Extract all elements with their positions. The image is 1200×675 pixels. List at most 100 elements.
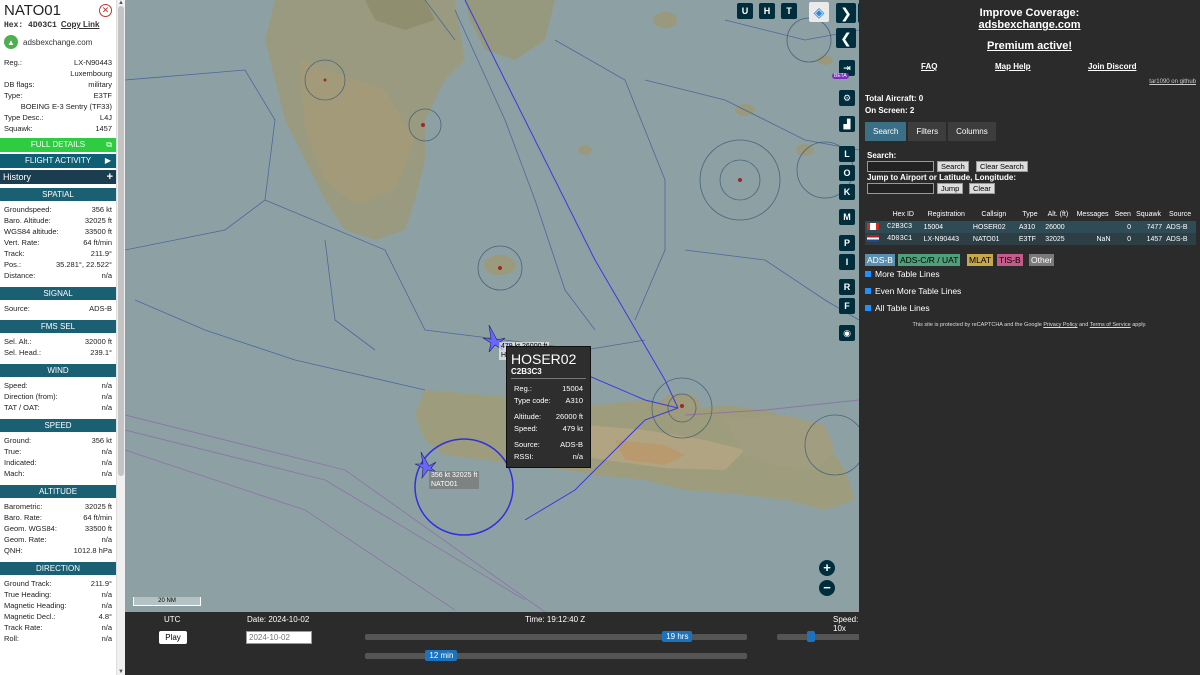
map-button-k[interactable]: K	[839, 184, 855, 200]
chevron-left-icon[interactable]: ❮	[836, 28, 856, 48]
tab-columns[interactable]: Columns	[948, 122, 996, 141]
column-header[interactable]: Hex ID	[885, 208, 922, 221]
clear-search-button[interactable]: Clear Search	[976, 161, 1028, 172]
cell-src: ADS-B	[1166, 235, 1188, 243]
speed-slider-handle[interactable]	[806, 631, 815, 642]
tab-search[interactable]: Search	[865, 122, 907, 141]
more-lines-toggle[interactable]: More Table Lines	[865, 269, 940, 279]
github-link[interactable]: tar1090 on github	[1149, 79, 1196, 85]
detail-key: Direction (from):	[4, 392, 58, 401]
map-button-h[interactable]: H	[759, 3, 775, 19]
popup-key: Source:	[514, 440, 540, 449]
full-details-label: FULL DETAILS	[30, 140, 86, 149]
zoom-out-button[interactable]: −	[819, 580, 835, 596]
column-header[interactable]: Source	[1164, 208, 1196, 221]
source-badge[interactable]: ADS-B	[865, 254, 895, 266]
premium-status[interactable]: Premium active!	[859, 40, 1200, 52]
all-lines-toggle[interactable]: All Table Lines	[865, 303, 930, 313]
layers-button[interactable]: ◈	[809, 2, 829, 22]
cell-hex: C2B3C3	[887, 223, 913, 231]
search-input[interactable]	[867, 161, 934, 172]
cell-type: A310	[1018, 223, 1036, 231]
map-button-u[interactable]: U	[737, 3, 753, 19]
popup-key: Speed:	[514, 424, 538, 433]
source-badge[interactable]: TIS-B	[997, 254, 1023, 266]
search-button[interactable]: Search	[937, 161, 969, 172]
zoom-in-button[interactable]: +	[819, 560, 835, 576]
detail-key: True Heading:	[4, 590, 52, 599]
checkbox-icon	[865, 271, 871, 277]
adsbx-link[interactable]: ▲ adsbexchange.com	[4, 35, 112, 49]
map-canvas[interactable]	[125, 0, 859, 612]
scroll-down-icon[interactable]: ▼	[118, 669, 124, 675]
source-badge[interactable]: Other	[1029, 254, 1055, 266]
map-button-l[interactable]: L	[839, 146, 855, 162]
full-details-button[interactable]: FULL DETAILS ⧉	[0, 138, 116, 152]
clear-button[interactable]: Clear	[969, 183, 995, 194]
close-icon[interactable]: ✕	[99, 4, 112, 17]
cell-alt: 26000	[1045, 223, 1065, 231]
hour-slider-handle[interactable]: 19 hrs	[662, 631, 693, 642]
column-header[interactable]: Type	[1017, 208, 1043, 221]
join-discord-link[interactable]: Join Discord	[1088, 62, 1136, 71]
chevron-right-icon[interactable]: ❯	[836, 3, 856, 23]
settings-icon[interactable]: ⚙	[839, 90, 855, 106]
map-button-f[interactable]: F	[839, 298, 855, 314]
section-header: DIRECTION	[0, 562, 116, 575]
popup-hex: C2B3C3	[511, 367, 586, 379]
detail-key: Geom. WGS84:	[4, 524, 57, 533]
even-more-lines-toggle[interactable]: Even More Table Lines	[865, 286, 961, 296]
column-header[interactable]: Messages	[1073, 208, 1113, 221]
map-help-link[interactable]: Map Help	[995, 62, 1031, 71]
minute-slider[interactable]	[365, 653, 747, 659]
flight-activity-label: FLIGHT ACTIVITY	[24, 156, 92, 165]
map-button-r[interactable]: R	[839, 279, 855, 295]
history-toggle[interactable]: History +	[0, 170, 116, 184]
tab-filters[interactable]: Filters	[908, 122, 947, 141]
map-button-i[interactable]: I	[839, 254, 855, 270]
detail-row: Vert. Rate: 64 ft/min	[0, 237, 116, 248]
source-badge[interactable]: ADS-C/R / UAT	[898, 254, 961, 266]
column-header[interactable]: Registration	[922, 208, 971, 221]
detail-row: Mach: n/a	[0, 468, 116, 479]
privacy-policy-link[interactable]: Privacy Policy	[1043, 322, 1077, 328]
flight-activity-button[interactable]: FLIGHT ACTIVITY ▶	[0, 154, 116, 168]
stats-icon[interactable]: ▟	[839, 116, 855, 132]
play-button[interactable]: Play	[159, 631, 187, 644]
table-body: C2B3C3 15004 HOSER02 A310 26000 0 7477 ADS-B 4D0…	[865, 221, 1196, 245]
table-row[interactable]: 4D03C1 LX-N90443 NATO01 E3TF 32025 NaN 0 1457 AD…	[865, 233, 1196, 245]
selected-callsign: NATO01	[4, 2, 61, 19]
date-input[interactable]	[246, 631, 312, 644]
copy-link[interactable]: Copy Link	[61, 20, 100, 29]
jump-input[interactable]	[867, 183, 934, 194]
map-button-p[interactable]: P	[839, 235, 855, 251]
left-scrollbar[interactable]: ▲ ▼	[116, 0, 125, 675]
column-header[interactable]	[865, 208, 885, 221]
locate-icon[interactable]: ◉	[839, 325, 855, 341]
cell-cs: NATO01	[972, 235, 1000, 243]
map-view[interactable]: U H T ◈ ❯ ◀▶ ❮ ⇥ BETA ⚙ ▟ L O K M P I R …	[125, 0, 859, 612]
detail-key: Magnetic Heading:	[4, 601, 67, 610]
table-row[interactable]: C2B3C3 15004 HOSER02 A310 26000 0 7477 ADS-B	[865, 221, 1196, 233]
cell-sq: 7477	[1146, 223, 1163, 231]
faq-link[interactable]: FAQ	[921, 62, 937, 71]
column-header[interactable]: Alt. (ft)	[1043, 208, 1072, 221]
map-button-o[interactable]: O	[839, 165, 855, 181]
beta-badge: BETA	[832, 73, 849, 79]
detail-value: n/a	[101, 447, 112, 456]
source-badge[interactable]: MLAT	[967, 254, 994, 266]
adsbx-coverage-link[interactable]: adsbexchange.com	[859, 19, 1200, 31]
terms-link[interactable]: Terms of Service	[1090, 322, 1131, 328]
map-button-t[interactable]: T	[781, 3, 797, 19]
scroll-thumb[interactable]	[118, 6, 124, 476]
minute-slider-handle[interactable]: 12 min	[425, 650, 458, 661]
column-header[interactable]: Seen	[1113, 208, 1133, 221]
jump-button[interactable]: Jump	[937, 183, 964, 194]
column-header[interactable]: Callsign	[971, 208, 1017, 221]
detail-value: 356 kt	[91, 205, 112, 214]
recaptcha-notice: This site is protected by reCAPTCHA and …	[859, 322, 1200, 328]
column-header[interactable]: Squawk	[1133, 208, 1164, 221]
popup-key: Reg.:	[514, 384, 532, 393]
cell-reg: 15004	[923, 223, 944, 231]
map-button-m[interactable]: M	[839, 209, 855, 225]
